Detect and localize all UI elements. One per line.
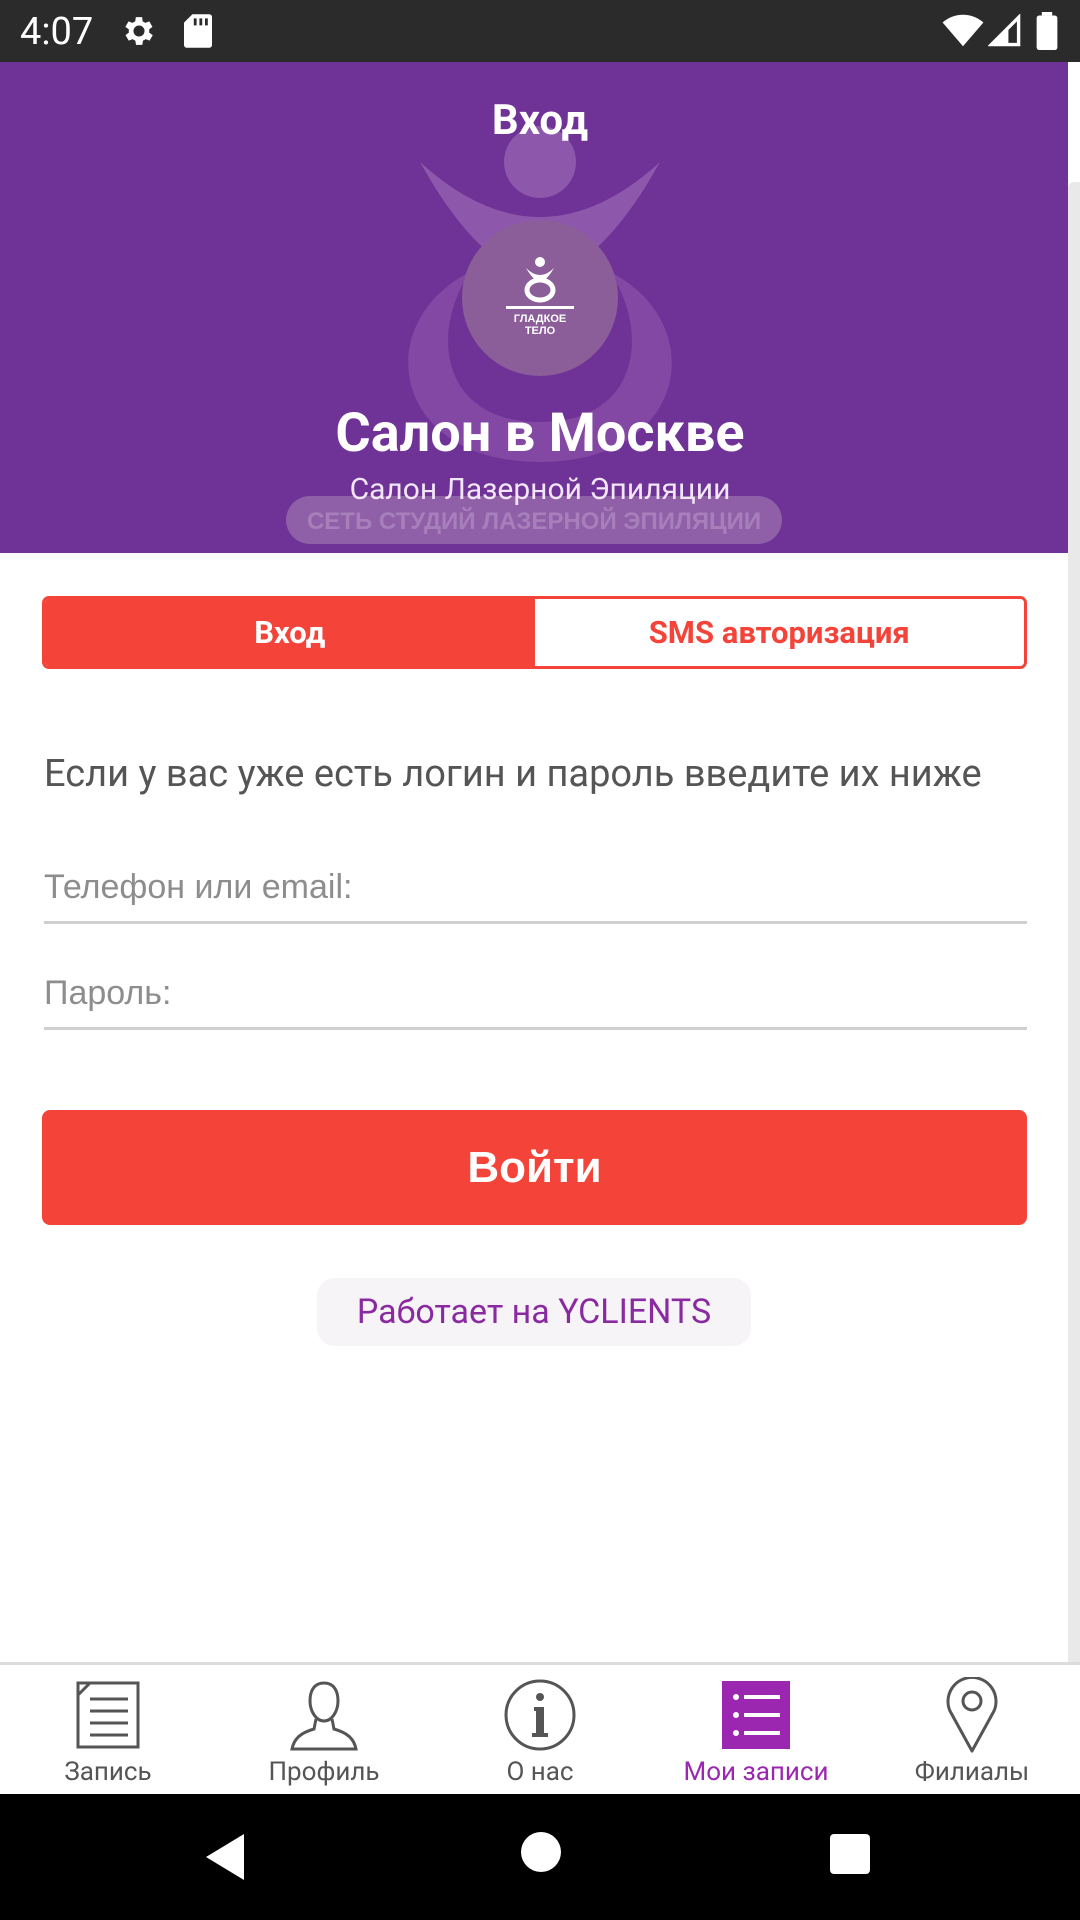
- powered-by-link[interactable]: Работает на YCLIENTS: [317, 1278, 751, 1346]
- gear-icon: [125, 17, 153, 45]
- auth-tabs: Вход SMS авторизация: [42, 596, 1027, 669]
- nav-item-my-bookings[interactable]: Мои записи: [648, 1665, 864, 1794]
- tab-login[interactable]: Вход: [45, 599, 535, 666]
- login-field: [44, 854, 1027, 924]
- back-icon[interactable]: [202, 1832, 248, 1882]
- status-bar: 4:07: [0, 0, 1080, 62]
- tab-sms-auth[interactable]: SMS авторизация: [534, 599, 1024, 666]
- system-nav-bar: [0, 1794, 1080, 1920]
- password-field: [44, 960, 1027, 1030]
- sd-card-icon: [184, 14, 212, 48]
- nav-label-profile: Профиль: [268, 1757, 380, 1787]
- signal-icon: [988, 14, 1021, 47]
- login-instruction: Если у вас уже есть логин и пароль введи…: [44, 752, 982, 796]
- password-input[interactable]: [44, 960, 1027, 1027]
- scrollbar[interactable]: [1068, 182, 1080, 1662]
- battery-icon: [1036, 12, 1058, 50]
- nav-label-booking: Запись: [64, 1757, 152, 1787]
- nav-label-branches: Филиалы: [914, 1757, 1030, 1787]
- nav-item-profile[interactable]: Профиль: [216, 1665, 432, 1794]
- salon-header: СЕТЬ СТУДИЙ ЛАЗЕРНОЙ ЭПИЛЯЦИИ Вход ГЛАДК…: [0, 62, 1068, 553]
- person-icon: [290, 1681, 358, 1751]
- nav-item-branches[interactable]: Филиалы: [864, 1665, 1080, 1794]
- recent-apps-icon[interactable]: [830, 1834, 870, 1874]
- salon-name: Салон в Москве: [335, 402, 745, 465]
- home-icon[interactable]: [521, 1832, 561, 1872]
- page-title: Вход: [491, 96, 589, 145]
- wifi-icon: [942, 14, 984, 47]
- login-button[interactable]: Войти: [42, 1110, 1027, 1225]
- svg-text:ТЕЛО: ТЕЛО: [525, 325, 556, 337]
- nav-item-booking[interactable]: Запись: [0, 1665, 216, 1794]
- info-icon: [504, 1679, 576, 1751]
- bottom-nav: Запись Профиль О нас Мои записи Филиалы: [0, 1662, 1080, 1794]
- salon-logo: ГЛАДКОЕ ТЕЛО: [462, 220, 618, 376]
- salon-subtitle: Салон Лазерной Эпиляции: [349, 472, 731, 507]
- nav-item-about[interactable]: О нас: [432, 1665, 648, 1794]
- nav-label-about: О нас: [506, 1757, 574, 1787]
- svg-text:ГЛАДКОЕ: ГЛАДКОЕ: [514, 313, 566, 325]
- salon-logo-icon: ГЛАДКОЕ ТЕЛО: [506, 257, 574, 337]
- status-time: 4:07: [20, 10, 94, 54]
- location-pin-icon: [946, 1677, 998, 1753]
- phone-email-input[interactable]: [44, 854, 1027, 921]
- list-icon: [722, 1681, 790, 1749]
- nav-label-my-bookings: Мои записи: [683, 1757, 829, 1787]
- watermark-text: СЕТЬ СТУДИЙ ЛАЗЕРНОЙ ЭПИЛЯЦИИ: [307, 507, 761, 535]
- document-icon: [76, 1681, 140, 1749]
